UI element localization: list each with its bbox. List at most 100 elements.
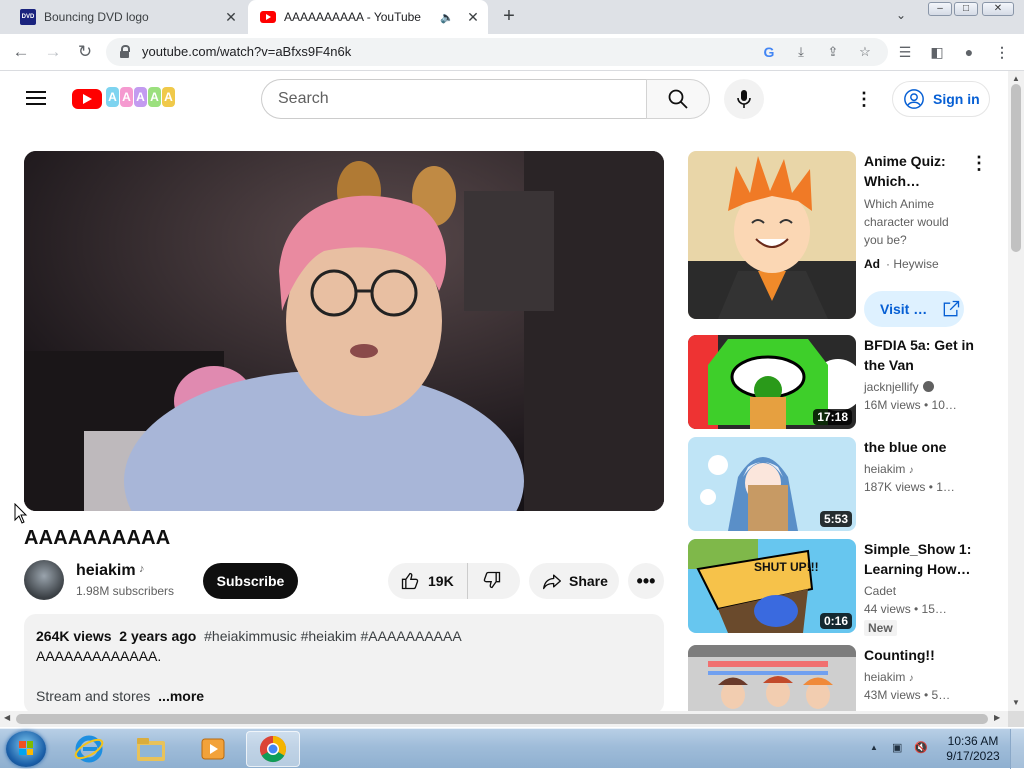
channel-name[interactable]: Cadet bbox=[864, 584, 896, 598]
more-actions-button[interactable]: ••• bbox=[628, 563, 664, 599]
hamburger-menu-icon[interactable] bbox=[26, 91, 46, 106]
google-lens-icon[interactable]: G bbox=[760, 44, 778, 62]
share-page-icon[interactable]: ⇪ bbox=[824, 44, 842, 62]
view-count: 264K views bbox=[36, 628, 112, 644]
minimize-button[interactable]: – bbox=[928, 2, 952, 16]
maximize-button[interactable]: □ bbox=[954, 2, 978, 16]
system-clock[interactable]: 10:36 AM 9/17/2023 bbox=[940, 734, 1006, 764]
visit-advertiser-button[interactable]: Visit … bbox=[864, 291, 964, 327]
thumbs-up-icon bbox=[401, 572, 419, 590]
network-icon[interactable]: ▣ bbox=[892, 741, 908, 755]
channel-name[interactable]: heiakim bbox=[76, 562, 136, 580]
recommended-video[interactable]: 5:53 the blue one heiakim ♪ 187K views •… bbox=[688, 437, 992, 531]
bookmark-star-icon[interactable]: ☆ bbox=[856, 44, 874, 62]
internet-explorer-icon[interactable] bbox=[62, 731, 116, 767]
music-note-icon: ♪ bbox=[139, 563, 145, 575]
address-bar[interactable]: youtube.com/watch?v=aBfxs9F4n6k G ⤓ ⇪ ☆ bbox=[106, 38, 888, 66]
channel-name-row: heiakim ♪ bbox=[864, 462, 914, 476]
vertical-scrollbar-thumb[interactable] bbox=[1011, 84, 1021, 252]
start-button[interactable] bbox=[6, 731, 46, 767]
search-input[interactable] bbox=[262, 80, 602, 118]
settings-kebab-icon[interactable]: ⋮ bbox=[852, 89, 876, 109]
show-hidden-icons-icon[interactable]: ▲ bbox=[870, 743, 878, 752]
media-player-icon[interactable] bbox=[186, 731, 240, 767]
back-arrow-icon[interactable]: ← bbox=[10, 42, 32, 64]
youtube-logo-icon[interactable] bbox=[72, 89, 102, 109]
scroll-down-arrow-icon[interactable]: ▼ bbox=[1012, 698, 1020, 707]
scroll-left-arrow-icon[interactable]: ◀ bbox=[4, 713, 10, 722]
video-duration: 5:53 bbox=[819, 511, 852, 527]
scrollbar-corner bbox=[1008, 711, 1024, 727]
like-count: 19K bbox=[428, 573, 454, 589]
tab-bouncing-dvd[interactable]: DVD Bouncing DVD logo ✕ bbox=[8, 0, 246, 34]
channel-name[interactable]: heiakim bbox=[864, 462, 905, 476]
recommended-video[interactable]: Counting!! heiakim ♪ 43M views • 5… bbox=[688, 645, 992, 711]
video-thumbnail[interactable]: 5:53 bbox=[688, 437, 856, 531]
reload-icon[interactable]: ↻ bbox=[74, 42, 96, 64]
video-title[interactable]: Counting!! bbox=[864, 645, 974, 665]
side-panel-icon[interactable]: ◧ bbox=[927, 43, 947, 63]
tab-search-chevron-icon[interactable]: ⌄ bbox=[896, 8, 906, 22]
video-title[interactable]: Simple_Show 1: Learning How… bbox=[864, 539, 974, 579]
description-line: AAAAAAAAAAAAA. bbox=[36, 648, 162, 664]
ad-title[interactable]: Anime Quiz: Which… bbox=[864, 151, 964, 191]
scroll-right-arrow-icon[interactable]: ▶ bbox=[994, 713, 1000, 722]
video-thumbnail[interactable]: SHUT UP!!! 0:16 bbox=[688, 539, 856, 633]
speaker-icon[interactable]: 🔈 bbox=[440, 11, 454, 24]
channel-name[interactable]: jacknjellify bbox=[864, 380, 919, 394]
tab-title: AAAAAAAAAA - YouTube bbox=[284, 10, 421, 24]
tab-youtube[interactable]: AAAAAAAAAA - YouTube 🔈 ✕ bbox=[248, 0, 488, 34]
show-desktop-button[interactable] bbox=[1010, 729, 1024, 769]
volume-muted-icon[interactable]: 🔇 bbox=[914, 741, 930, 755]
video-title[interactable]: the blue one bbox=[864, 437, 974, 457]
recommended-video[interactable]: SHUT UP!!! 0:16 Simple_Show 1: Learning … bbox=[688, 539, 992, 636]
sidebar-ad[interactable]: Anime Quiz: Which… ⋮ Which Anime charact… bbox=[688, 151, 992, 327]
new-tab-button[interactable]: + bbox=[498, 6, 520, 28]
advertiser-name: Heywise bbox=[893, 257, 939, 271]
doodle-letter: A bbox=[162, 87, 175, 107]
url-text[interactable]: youtube.com/watch?v=aBfxs9F4n6k bbox=[142, 44, 351, 59]
file-explorer-icon[interactable] bbox=[124, 731, 178, 767]
chrome-menu-icon[interactable]: ⋮ bbox=[992, 43, 1012, 63]
video-title[interactable]: BFDIA 5a: Get in the Van bbox=[864, 335, 974, 375]
visit-label: Visit … bbox=[880, 301, 928, 317]
windows-taskbar: ▲ ▣ 🔇 10:36 AM 9/17/2023 bbox=[0, 728, 1024, 769]
close-icon[interactable]: ✕ bbox=[464, 8, 482, 26]
folder-glyph bbox=[137, 738, 165, 761]
media-controls-icon[interactable]: ☰ bbox=[895, 43, 915, 63]
sign-in-button[interactable]: Sign in bbox=[892, 81, 990, 117]
search-button[interactable] bbox=[646, 79, 710, 119]
profile-icon[interactable]: ● bbox=[959, 43, 979, 63]
youtube-doodle[interactable]: A A A A A bbox=[106, 87, 175, 107]
channel-avatar[interactable] bbox=[24, 560, 64, 600]
forward-arrow-icon[interactable]: → bbox=[42, 42, 64, 64]
like-button[interactable]: 19K bbox=[388, 563, 468, 599]
close-icon[interactable]: ✕ bbox=[222, 8, 240, 26]
close-window-button[interactable]: ✕ bbox=[982, 2, 1014, 16]
subscribe-button[interactable]: Subscribe bbox=[203, 563, 298, 599]
description-box[interactable]: 264K views 2 years ago #heiakimmusic #he… bbox=[24, 614, 664, 714]
channel-name[interactable]: heiakim bbox=[864, 670, 905, 684]
recommended-video[interactable]: 17:18 BFDIA 5a: Get in the Van jacknjell… bbox=[688, 335, 992, 429]
video-meta: 43M views • 5… bbox=[864, 688, 951, 702]
hashtags[interactable]: #heiakimmusic #heiakim #AAAAAAAAAA bbox=[204, 628, 462, 644]
show-more-button[interactable]: ...more bbox=[158, 688, 204, 704]
channel-name-row: heiakim ♪ bbox=[864, 670, 914, 684]
ad-options-kebab-icon[interactable]: ⋮ bbox=[970, 153, 988, 174]
video-thumbnail[interactable] bbox=[688, 645, 856, 711]
lock-icon bbox=[120, 45, 130, 58]
media-glyph bbox=[201, 738, 225, 760]
scroll-up-arrow-icon[interactable]: ▲ bbox=[1012, 74, 1020, 83]
chrome-icon[interactable] bbox=[246, 731, 300, 767]
video-duration: 0:16 bbox=[819, 613, 852, 629]
ad-thumbnail[interactable] bbox=[688, 151, 856, 319]
dislike-button[interactable] bbox=[468, 570, 502, 593]
horizontal-scrollbar-thumb[interactable] bbox=[16, 714, 988, 724]
video-player[interactable] bbox=[24, 151, 664, 511]
doodle-letter: A bbox=[148, 87, 161, 107]
install-icon[interactable]: ⤓ bbox=[792, 44, 810, 62]
share-button[interactable]: Share bbox=[529, 563, 619, 599]
video-thumbnail[interactable]: 17:18 bbox=[688, 335, 856, 429]
thumbnail-art bbox=[688, 645, 856, 711]
voice-search-button[interactable] bbox=[724, 79, 764, 119]
